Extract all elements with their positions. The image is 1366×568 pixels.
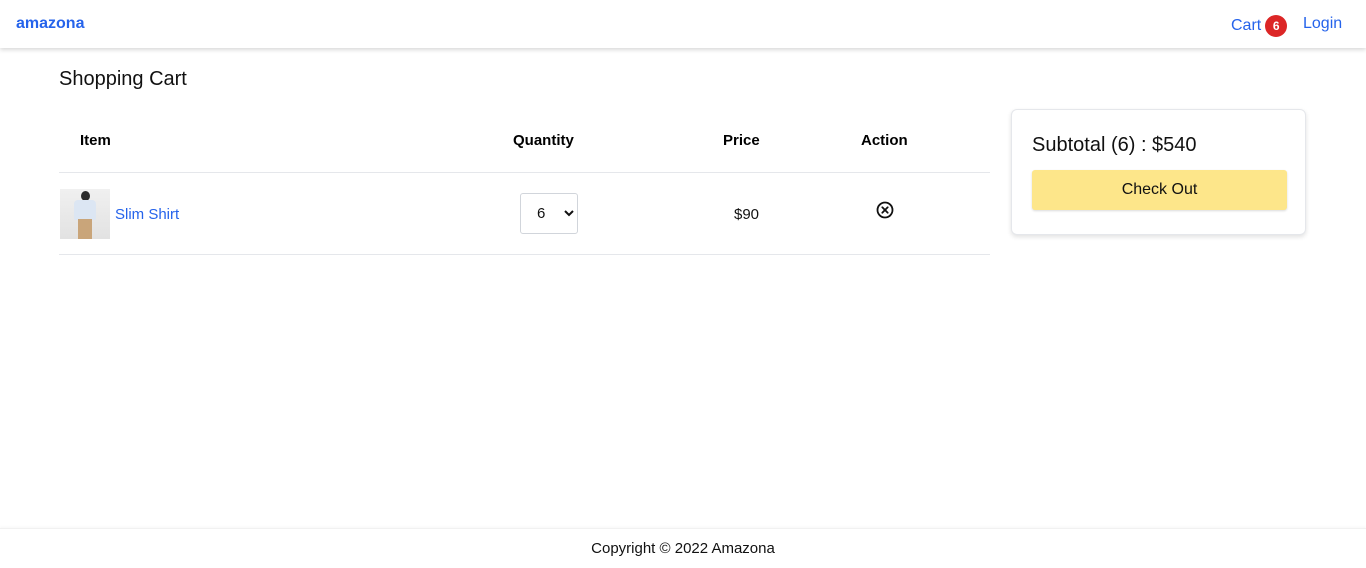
nav-cart-link[interactable]: Cart 6 [1231,15,1288,37]
column-header-quantity: Quantity [513,132,574,149]
x-circle-icon [876,201,894,219]
table-header-row: Item Quantity Price Action [59,110,990,173]
order-summary-card: Subtotal (6) : $540 Check Out [1011,109,1306,235]
cart-label: Cart [1231,17,1262,34]
cart-table: Item Quantity Price Action Slim Shirt 6 … [59,110,990,255]
login-link[interactable]: Login [1303,15,1342,33]
table-row: Slim Shirt 6 $90 [59,173,990,255]
product-price: $90 [734,206,760,223]
column-header-item: Item [80,132,111,149]
brand-logo-link[interactable]: amazona [16,15,84,33]
product-name-link[interactable]: Slim Shirt [115,206,179,223]
column-header-action: Action [861,132,908,149]
checkout-button[interactable]: Check Out [1032,170,1287,210]
subtotal-text: Subtotal (6) : $540 [1032,134,1197,156]
footer: Copyright © 2022 Amazona [0,528,1366,568]
navbar: amazona Cart 6 Login [0,0,1366,48]
product-thumbnail[interactable] [60,189,110,239]
copyright-text: Copyright © 2022 Amazona [591,540,775,557]
remove-item-button[interactable] [875,200,895,220]
column-header-price: Price [723,132,760,149]
quantity-select[interactable]: 6 [520,193,578,234]
cart-count-badge: 6 [1265,15,1288,37]
page-title: Shopping Cart [59,68,187,90]
